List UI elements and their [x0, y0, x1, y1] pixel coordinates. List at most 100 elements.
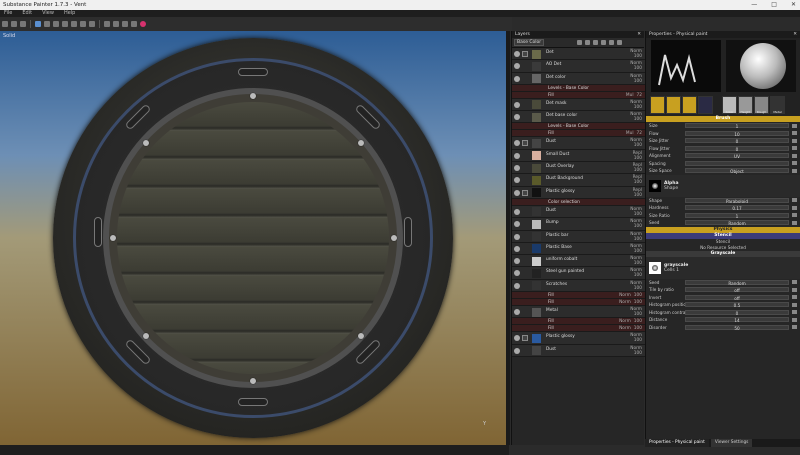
- opacity-value[interactable]: 100: [634, 66, 642, 71]
- vent-model[interactable]: [53, 38, 453, 438]
- blend-mode[interactable]: Mul: [626, 93, 634, 98]
- layer-blend-info[interactable]: Norm 100: [630, 307, 642, 317]
- open-icon[interactable]: [11, 21, 17, 27]
- layer-blend-info[interactable]: Norm 100: [630, 281, 642, 291]
- blend-mode[interactable]: Norm: [619, 319, 631, 324]
- layer-blend-info[interactable]: Norm 100: [630, 61, 642, 71]
- layer-blend-info[interactable]: Norm 100: [630, 112, 642, 122]
- channel-select[interactable]: Base Color: [514, 39, 545, 46]
- visibility-eye-icon[interactable]: [514, 177, 520, 184]
- channel-height[interactable]: Height: [738, 96, 753, 114]
- close-button[interactable]: ✕: [791, 0, 796, 10]
- viewport-scrollbar[interactable]: [506, 31, 510, 445]
- layer-row[interactable]: Metal Norm 100: [512, 306, 645, 319]
- edit-pen-icon[interactable]: [792, 220, 797, 225]
- projection-icon[interactable]: [53, 21, 59, 27]
- layer-blend-info[interactable]: Norm 100: [619, 326, 642, 331]
- effect-row[interactable]: Levels - Base Color: [512, 123, 645, 131]
- grayscale-section-header[interactable]: Grayscale: [646, 250, 800, 257]
- opacity-value[interactable]: 100: [634, 168, 642, 173]
- layout-icon[interactable]: [122, 21, 128, 27]
- layer-blend-info[interactable]: Norm 100: [630, 100, 642, 110]
- visibility-eye-icon[interactable]: [514, 51, 520, 57]
- property-value-field[interactable]: UV: [685, 153, 789, 159]
- opacity-value[interactable]: 100: [634, 212, 642, 217]
- property-value-field[interactable]: Object: [685, 168, 789, 174]
- visibility-eye-icon[interactable]: [514, 221, 520, 228]
- edit-pen-icon[interactable]: [792, 310, 797, 315]
- clone-icon[interactable]: [71, 21, 77, 27]
- property-value-field[interactable]: 1: [685, 123, 789, 129]
- layer-row[interactable]: Dust Norm 100: [512, 344, 645, 357]
- effect-row[interactable]: Fill Norm 100: [512, 318, 645, 326]
- opacity-value[interactable]: 100: [634, 180, 642, 185]
- blend-mode[interactable]: Mul: [626, 131, 634, 136]
- edit-pen-icon[interactable]: [792, 123, 797, 128]
- blend-mode[interactable]: Norm: [619, 326, 631, 331]
- layer-blend-info[interactable]: Norm 100: [630, 256, 642, 266]
- layer-blend-info[interactable]: Mul 72: [626, 93, 642, 98]
- add-mask-icon[interactable]: [601, 40, 607, 45]
- visibility-eye-icon[interactable]: [514, 165, 520, 172]
- add-fill-icon[interactable]: [593, 40, 599, 45]
- edit-pen-icon[interactable]: [792, 317, 797, 322]
- opacity-value[interactable]: 72: [637, 93, 642, 98]
- 3d-viewport[interactable]: Solid Y: [0, 31, 509, 445]
- edit-pen-icon[interactable]: [792, 168, 797, 173]
- folder-icon[interactable]: [522, 51, 528, 57]
- minimize-button[interactable]: —: [751, 0, 757, 10]
- channel-metal[interactable]: Metal: [770, 96, 785, 114]
- layer-blend-info[interactable]: Norm 100: [630, 219, 642, 229]
- visibility-eye-icon[interactable]: [514, 309, 520, 316]
- alpha-item[interactable]: Alpha Shape: [646, 174, 800, 197]
- property-value-field[interactable]: 1: [685, 212, 789, 219]
- layer-row[interactable]: Dust Background Repl 100: [512, 174, 645, 187]
- opacity-value[interactable]: 100: [634, 54, 642, 59]
- visibility-eye-icon[interactable]: [514, 140, 520, 147]
- layer-blend-info[interactable]: Repl 100: [633, 151, 642, 161]
- menu-help[interactable]: Help: [64, 10, 75, 17]
- layer-blend-info[interactable]: [639, 124, 642, 129]
- new-icon[interactable]: [2, 21, 8, 27]
- alpha-slot[interactable]: [666, 96, 681, 114]
- opacity-value[interactable]: 100: [634, 319, 642, 324]
- visibility-eye-icon[interactable]: [514, 245, 520, 252]
- layer-blend-info[interactable]: Norm 100: [619, 319, 642, 324]
- visibility-eye-icon[interactable]: [514, 63, 520, 70]
- visibility-eye-icon[interactable]: [514, 101, 520, 108]
- eraser-icon[interactable]: [44, 21, 50, 27]
- layer-row[interactable]: Bump Norm 100: [512, 218, 645, 231]
- property-value-field[interactable]: off: [685, 294, 789, 301]
- property-value-field[interactable]: 50: [685, 324, 789, 331]
- opacity-value[interactable]: 100: [634, 312, 642, 317]
- edit-pen-icon[interactable]: [792, 146, 797, 151]
- symmetry-icon[interactable]: [104, 21, 110, 27]
- smudge-icon[interactable]: [62, 21, 68, 27]
- close-icon[interactable]: ✕: [637, 31, 641, 38]
- opacity-value[interactable]: 100: [634, 286, 642, 291]
- picker-icon[interactable]: [80, 21, 86, 27]
- opacity-value[interactable]: 100: [634, 193, 642, 198]
- maximize-button[interactable]: □: [771, 0, 777, 10]
- opacity-value[interactable]: 100: [634, 79, 642, 84]
- paint-brush-icon[interactable]: [35, 21, 41, 27]
- edit-pen-icon[interactable]: [792, 153, 797, 158]
- effect-row[interactable]: Fill Norm 100: [512, 292, 645, 300]
- property-value-field[interactable]: Random: [685, 220, 789, 226]
- channel-color[interactable]: Color: [722, 96, 737, 114]
- delete-icon[interactable]: [617, 40, 623, 45]
- edit-pen-icon[interactable]: [792, 161, 797, 166]
- folder-icon[interactable]: [522, 335, 528, 342]
- layer-folder-row[interactable]: Det Norm 100: [512, 48, 645, 61]
- layer-blend-info[interactable]: Norm 100: [630, 49, 642, 59]
- layer-blend-info[interactable]: Norm 100: [630, 207, 642, 217]
- blend-mode[interactable]: Norm: [619, 293, 631, 298]
- property-value-field[interactable]: off: [685, 287, 789, 293]
- polygon-fill-icon[interactable]: [89, 21, 95, 27]
- layer-row[interactable]: Det base color Norm 100: [512, 111, 645, 124]
- edit-pen-icon[interactable]: [792, 198, 797, 203]
- edit-pen-icon[interactable]: [792, 213, 797, 218]
- menu-edit[interactable]: Edit: [22, 10, 32, 17]
- opacity-value[interactable]: 100: [634, 105, 642, 110]
- edit-pen-icon[interactable]: [792, 325, 797, 330]
